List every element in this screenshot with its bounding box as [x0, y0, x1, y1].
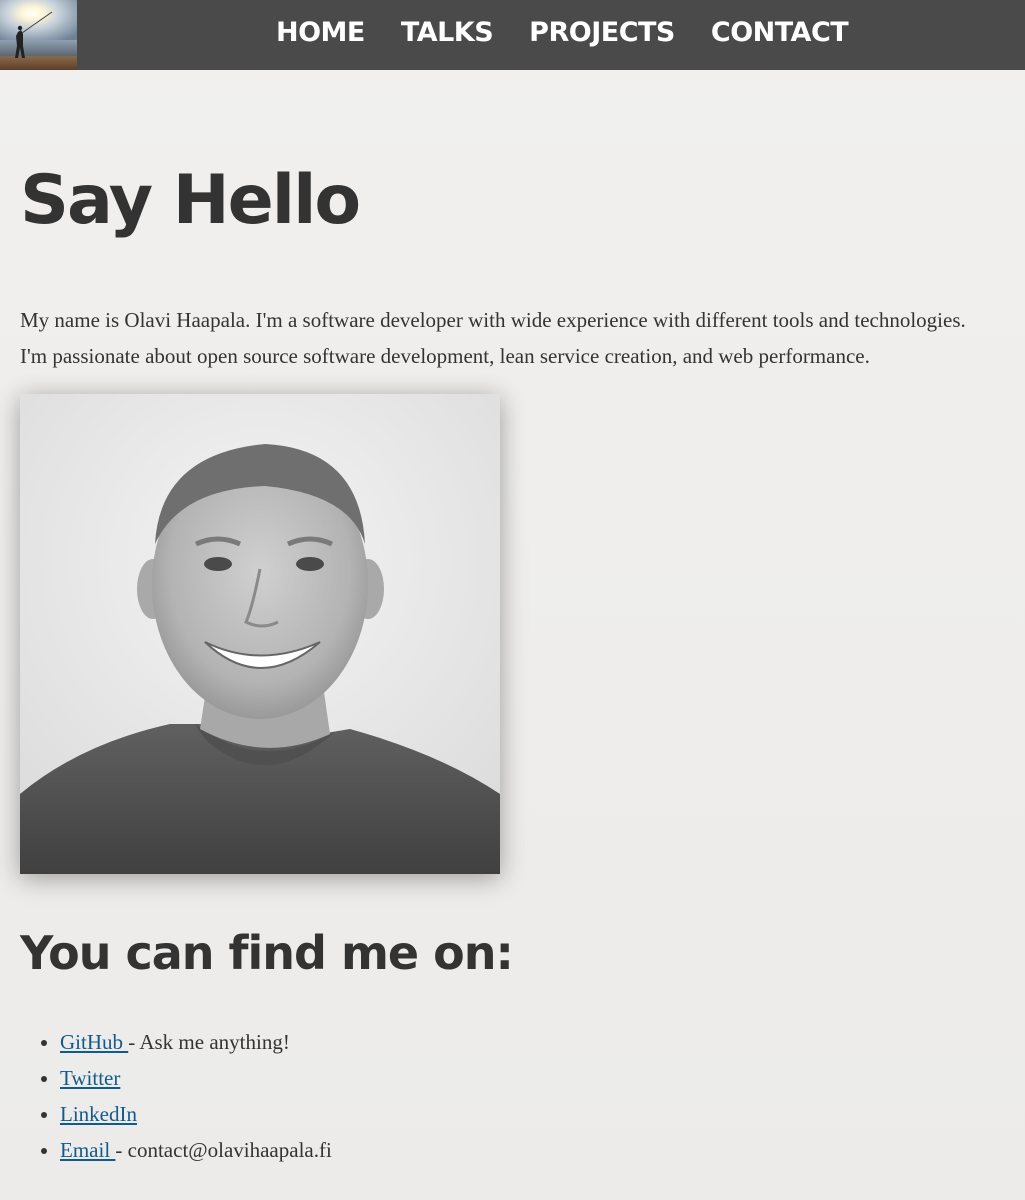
github-note: - Ask me anything!: [128, 1030, 290, 1054]
profile-photo: [20, 394, 500, 874]
nav-home[interactable]: HOME: [276, 0, 365, 72]
social-links-list: GitHub - Ask me anything! Twitter Linked…: [60, 1024, 332, 1168]
site-logo-link[interactable]: [0, 0, 77, 70]
top-navigation-bar: HOME TALKS PROJECTS CONTACT: [0, 0, 1025, 70]
profile-photo-image: [20, 394, 500, 874]
find-me-heading: You can find me on:: [20, 926, 514, 980]
linkedin-link[interactable]: LinkedIn: [60, 1102, 137, 1126]
nav-contact[interactable]: CONTACT: [711, 0, 849, 72]
github-link[interactable]: GitHub: [60, 1030, 128, 1054]
twitter-link[interactable]: Twitter: [60, 1066, 120, 1090]
list-item: LinkedIn: [60, 1096, 332, 1132]
list-item: GitHub - Ask me anything!: [60, 1024, 332, 1060]
list-item: Twitter: [60, 1060, 332, 1096]
email-address: - contact@olavihaapala.fi: [115, 1138, 332, 1162]
intro-paragraph: My name is Olavi Haapala. I'm a software…: [20, 308, 966, 368]
main-nav: HOME TALKS PROJECTS CONTACT: [276, 0, 849, 72]
email-link[interactable]: Email: [60, 1138, 115, 1162]
page-title: Say Hello: [20, 161, 361, 240]
nav-projects[interactable]: PROJECTS: [529, 0, 675, 72]
list-item: Email - contact@olavihaapala.fi: [60, 1132, 332, 1168]
logo-sunset-fisherman-image: [0, 0, 77, 70]
nav-talks[interactable]: TALKS: [401, 0, 494, 72]
